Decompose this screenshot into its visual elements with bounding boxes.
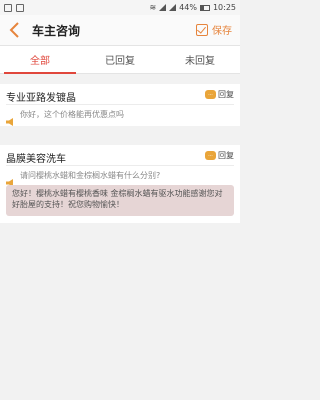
back-button[interactable] — [4, 15, 26, 46]
tab-replied[interactable]: 已回复 — [80, 46, 160, 73]
page-title: 车主咨询 — [32, 23, 81, 38]
save-button[interactable]: 保存 — [196, 22, 232, 37]
battery-percent: 44% — [179, 3, 197, 12]
shop-name: 晶膜美容洗车 — [6, 154, 66, 165]
notification-icon — [4, 3, 12, 12]
question-text: 请问樱桃水蜡和金棕榈水蜡有什么分别? — [20, 171, 161, 180]
consultation-card: 专业亚路发镀晶 ··· 回复 你好，这个价格能再优惠点吗 — [0, 84, 240, 126]
reply-label: 回复 — [218, 151, 234, 160]
speaker-icon — [6, 111, 15, 126]
signal-icon — [159, 4, 167, 11]
reply-label: 回复 — [218, 90, 234, 99]
reply-message: 您好！樱桃水蜡有樱桃香味 金棕榈水蜡有驱水功能感谢您对好胎屋的支持！祝您购物愉快… — [6, 185, 234, 216]
speaker-icon — [6, 172, 15, 187]
tab-unreplied[interactable]: 未回复 — [160, 46, 240, 73]
image-icon — [16, 3, 24, 12]
tab-bar: 全部 已回复 未回复 — [0, 46, 240, 74]
chat-bubble-icon: ··· — [205, 151, 216, 160]
tab-all[interactable]: 全部 — [0, 46, 80, 74]
signal-icon-2 — [169, 4, 177, 11]
consultation-card: 晶膜美容洗车 ··· 回复 请问樱桃水蜡和金棕榈水蜡有什么分别? 您好！樱桃水蜡… — [0, 145, 240, 223]
status-bar: ≋ 44% 10:25 — [0, 0, 240, 15]
chevron-left-icon — [9, 22, 19, 38]
reply-button[interactable]: ··· 回复 — [205, 150, 234, 161]
reply-button[interactable]: ··· 回复 — [205, 89, 234, 100]
question-row: 你好，这个价格能再优惠点吗 — [6, 109, 234, 126]
checkbox-icon — [196, 23, 208, 36]
notification-icons — [4, 3, 24, 12]
app-header: 车主咨询 保存 — [0, 15, 240, 46]
save-label: 保存 — [212, 26, 232, 37]
clock: 10:25 — [212, 3, 236, 12]
question-text: 你好，这个价格能再优惠点吗 — [20, 110, 124, 119]
system-icons: ≋ 44% 10:25 — [149, 3, 236, 12]
shop-name: 专业亚路发镀晶 — [6, 93, 76, 104]
chat-bubble-icon: ··· — [205, 90, 216, 99]
divider — [6, 104, 234, 105]
divider — [6, 165, 234, 166]
wifi-icon: ≋ — [149, 3, 157, 12]
question-row: 请问樱桃水蜡和金棕榈水蜡有什么分别? — [6, 170, 234, 187]
battery-icon — [199, 4, 210, 11]
